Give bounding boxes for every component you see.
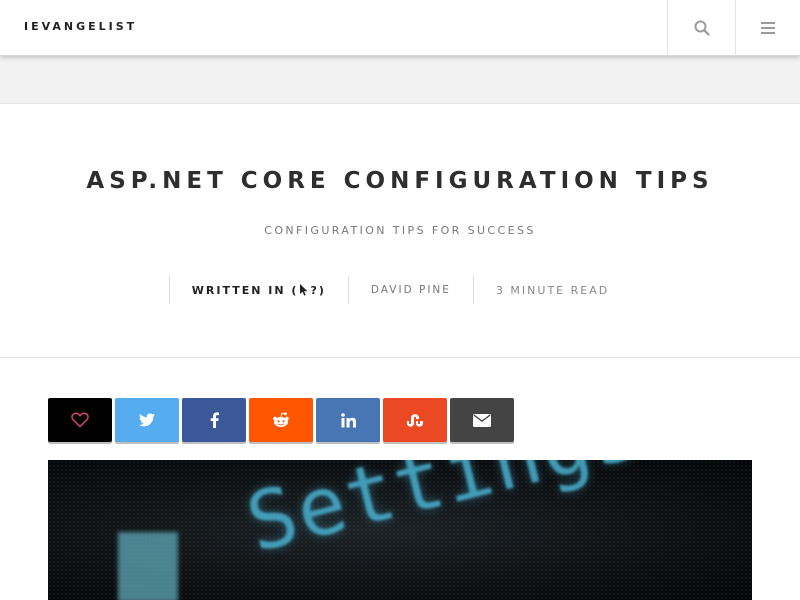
section-divider	[0, 357, 800, 358]
mouse-cursor-icon	[300, 284, 308, 296]
share-bar	[48, 398, 514, 442]
search-icon	[694, 20, 710, 36]
linkedin-share-button[interactable]	[316, 398, 380, 442]
twitter-share-button[interactable]	[115, 398, 179, 442]
post-author[interactable]: DAVID PINE	[347, 276, 473, 304]
written-in-suffix: ?)	[310, 283, 326, 297]
header-spacer-band	[0, 56, 800, 104]
hamburger-menu-icon	[761, 22, 775, 34]
search-button[interactable]	[667, 0, 735, 56]
linkedin-icon	[340, 412, 356, 427]
email-share-button[interactable]	[450, 398, 514, 442]
like-button[interactable]	[48, 398, 112, 442]
twitter-icon	[139, 413, 155, 427]
reddit-share-button[interactable]	[249, 398, 313, 442]
post-title: ASP.NET CORE CONFIGURATION TIPS	[86, 168, 714, 194]
post-subtitle: CONFIGURATION TIPS FOR SUCCESS	[264, 224, 536, 237]
written-in-prefix: WRITTEN IN (	[191, 283, 299, 297]
stumbleupon-icon	[407, 413, 423, 427]
stumbleupon-share-button[interactable]	[383, 398, 447, 442]
read-time: 3 MINUTE READ	[472, 276, 631, 304]
site-brand[interactable]: IEVANGELIST	[24, 20, 137, 33]
post-meta: WRITTEN IN ( ?) DAVID PINE 3 MINUTE READ	[0, 276, 800, 304]
top-navbar: IEVANGELIST	[0, 0, 800, 56]
post-hero-image: Settings	[48, 460, 752, 600]
facebook-icon	[210, 412, 219, 428]
envelope-icon	[473, 413, 491, 427]
facebook-share-button[interactable]	[182, 398, 246, 442]
reddit-icon	[273, 412, 289, 427]
hero-settings-icon	[118, 532, 178, 600]
menu-button[interactable]	[735, 0, 800, 56]
written-in-meta: WRITTEN IN ( ?)	[168, 276, 348, 304]
heart-icon	[71, 412, 89, 428]
